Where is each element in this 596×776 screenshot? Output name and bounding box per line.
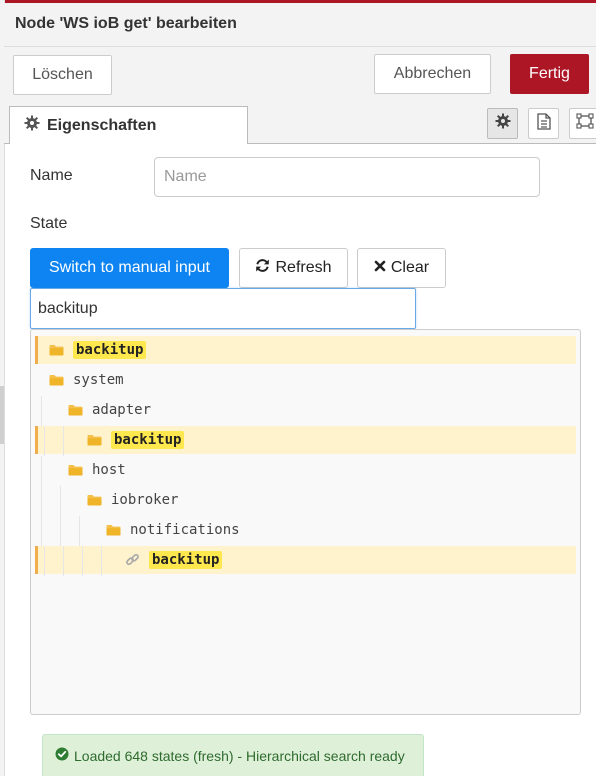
tree-row[interactable]: notifications [35, 516, 576, 546]
tree-indent-guide [79, 516, 80, 546]
cancel-button[interactable]: Abbrechen [374, 54, 491, 94]
tree-node-label: backitup [149, 551, 223, 569]
state-search-input[interactable] [30, 288, 416, 329]
tree-row[interactable]: backitup [35, 546, 576, 576]
check-circle-icon [55, 747, 69, 764]
tree-indent-guide [60, 486, 61, 516]
status-banner: Loaded 648 states (fresh) - Hierarchical… [42, 734, 424, 776]
settings-tab-button[interactable] [487, 108, 518, 139]
folder-icon [49, 344, 64, 356]
tree-node: backitup [125, 546, 223, 574]
tree-node-label: system [73, 372, 124, 388]
tree-indent-guide [82, 546, 83, 576]
tree-indent-guide [41, 486, 42, 516]
close-icon [374, 259, 386, 277]
folder-icon [68, 404, 83, 416]
tray-header: Node 'WS ioB get' bearbeiten [4, 3, 596, 47]
clear-button[interactable]: Clear [357, 248, 446, 288]
tree-node: backitup [49, 336, 147, 364]
tree-node: adapter [68, 396, 151, 424]
done-button[interactable]: Fertig [510, 54, 589, 94]
tree-node-label: host [92, 462, 126, 478]
delete-button[interactable]: Löschen [13, 55, 112, 95]
tree-row[interactable]: host [35, 456, 576, 486]
resize-handle[interactable] [0, 386, 4, 444]
tree-indent-guide [63, 426, 64, 456]
refresh-label: Refresh [275, 259, 332, 276]
folder-icon [87, 494, 102, 506]
tab-properties-label: Eigenschaften [47, 116, 157, 134]
tree-node: system [49, 366, 124, 394]
tree-node-label: iobroker [111, 492, 179, 508]
link-icon [125, 553, 140, 568]
description-tab-button[interactable] [528, 108, 559, 139]
switch-manual-input-button[interactable]: Switch to manual input [30, 248, 229, 288]
tab-bar: Eigenschaften [4, 102, 596, 144]
tree-row[interactable]: system [35, 366, 576, 394]
tree-node: host [68, 456, 126, 484]
name-input[interactable] [154, 157, 540, 197]
document-icon [536, 112, 551, 135]
tray-toolbar: Löschen Abbrechen Fertig [4, 47, 596, 103]
refresh-button[interactable]: Refresh [239, 248, 348, 288]
tab-properties[interactable]: Eigenschaften [9, 106, 248, 144]
tray-title: Node 'WS ioB get' bearbeiten [15, 15, 237, 32]
folder-icon [106, 524, 121, 536]
appearance-tab-button[interactable] [569, 108, 596, 139]
state-label: State [30, 215, 68, 232]
tree-node: notifications [106, 516, 240, 544]
state-tree: backitup system adapter backitup host iobroke… [30, 329, 581, 715]
tree-row[interactable]: backitup [35, 426, 576, 456]
frame-icon [575, 113, 594, 134]
tree-node: iobroker [87, 486, 178, 514]
tree-indent-guide [63, 546, 64, 576]
tree-node-label: backitup [73, 341, 147, 359]
status-text: Loaded 648 states (fresh) - Hierarchical… [74, 747, 405, 764]
tree-indent-guide [44, 426, 45, 456]
gear-icon [24, 115, 40, 136]
tree-indent-guide [60, 516, 61, 546]
tree-indent-guide [41, 456, 42, 486]
tree-indent-guide [41, 516, 42, 546]
tree-indent-guide [44, 546, 45, 576]
folder-icon [49, 374, 64, 386]
tree-node: backitup [87, 426, 185, 454]
tree-indent-guide [101, 546, 102, 576]
tree-row[interactable]: adapter [35, 396, 576, 426]
tree-node-label: adapter [92, 402, 152, 418]
refresh-icon [255, 258, 270, 278]
tree-indent-guide [41, 396, 42, 426]
tree-node-label: notifications [130, 522, 240, 538]
tree-row[interactable]: iobroker [35, 486, 576, 516]
tree-row[interactable]: backitup [35, 336, 576, 364]
name-label: Name [30, 167, 73, 184]
folder-icon [87, 434, 102, 446]
switch-manual-input-label: Switch to manual input [49, 259, 210, 276]
folder-icon [68, 464, 83, 476]
tree-node-label: backitup [111, 431, 185, 449]
clear-label: Clear [390, 259, 430, 276]
gear-icon [495, 113, 511, 134]
